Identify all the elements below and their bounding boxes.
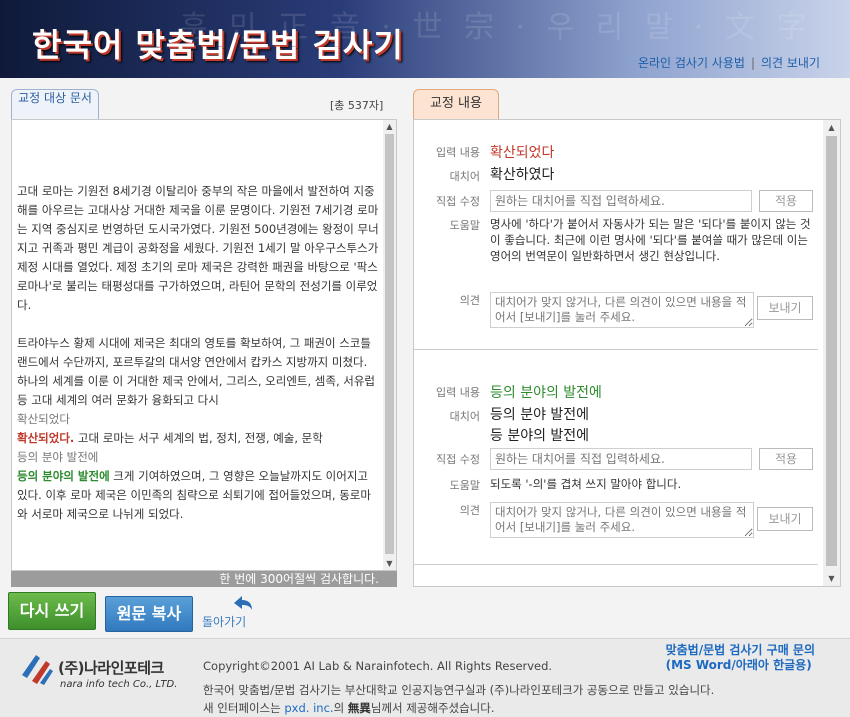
usage-guide-link[interactable]: 온라인 검사기 사용법 [638,56,745,70]
scroll-thumb[interactable] [826,136,837,566]
opinion-label: 의견 [459,294,480,307]
direct-edit-input[interactable] [490,448,752,470]
copyright: Copyright©2001 AI Lab & Narainfotech. Al… [203,659,553,673]
replacement-option[interactable]: 등 분야의 발전에 [490,426,589,447]
replacement-preview-2: 등의 분야 발전에 [17,450,99,464]
char-count: [총 537자] [330,99,384,112]
back-label: 돌아가기 [202,615,247,629]
tab-corrections[interactable]: 교정 내용 [413,89,499,119]
back-arrow-icon [234,596,252,610]
scroll-up-arrow-icon[interactable]: ▲ [383,120,396,133]
company-logo[interactable]: (주)나라인포테크 nara info tech Co., LTD. [18,649,178,697]
scroll-down-arrow-icon[interactable]: ▼ [823,571,840,586]
document-text: 고대 로마는 기원전 8세기경 이탈리아 중부의 작은 마을에서 발전하여 지중… [17,182,379,524]
input-value: 확산되었다 [490,145,555,161]
apply-button[interactable]: 적용 [759,190,813,212]
document-text-area[interactable]: 고대 로마는 기원전 8세기경 이탈리아 중부의 작은 마을에서 발전하여 지중… [11,119,397,571]
opinion-label: 의견 [459,504,480,517]
input-label: 입력 내용 [436,146,480,159]
send-button[interactable]: 보내기 [757,507,813,531]
replacement-label: 대치어 [449,170,480,183]
narainfotech-logo-icon [22,655,53,685]
help-label: 도움말 [449,479,480,492]
paragraph-2: 트라야누스 황제 시대에 제국은 최대의 영토를 확보하여, 그 패권이 스코틀… [17,336,375,521]
direct-edit-label: 직접 수정 [436,453,480,466]
corrections-scrollbar[interactable]: ▲ ▼ [823,120,840,586]
rewrite-button[interactable]: 다시 쓰기 [8,592,96,630]
direct-edit-input[interactable] [490,190,752,212]
scroll-thumb[interactable] [385,134,394,554]
back-button[interactable]: 돌아가기 [202,594,262,630]
replacement-preview-1: 확산되었다 [17,412,70,426]
help-text: 명사에 '하다'가 붙어서 자동사가 되는 말은 '되다'를 붙이지 않는 것이… [490,217,811,263]
send-feedback-link[interactable]: 의견 보내기 [761,56,820,70]
footer-description: 한국어 맞춤법/문법 검사기는 부산대학교 인공지능연구실과 (주)나라인포테크… [203,683,715,697]
tab-target-document[interactable]: 교정 대상 문서 [11,89,99,119]
apply-button[interactable]: 적용 [759,448,813,470]
replacement-option[interactable]: 확산하였다 [490,165,554,186]
copy-original-button[interactable]: 원문 복사 [105,596,193,632]
opinion-textarea[interactable] [490,292,754,328]
replacement-option[interactable]: 등의 분야 발전에 [490,405,589,426]
logo-english-text: nara info tech Co., LTD. [60,679,178,690]
header-banner: 훈 민 正 音 · 世 宗 · 우 리 말 · 文 字 한국어 맞춤법/문법 검… [0,0,850,78]
pxd-link[interactable]: pxd. inc. [284,701,333,715]
paragraph-1: 고대 로마는 기원전 8세기경 이탈리아 중부의 작은 마을에서 발전하여 지중… [17,184,379,312]
opinion-textarea[interactable] [490,502,754,538]
input-label: 입력 내용 [436,386,480,399]
logo-korean-text: (주)나라인포테크 [58,659,164,677]
item-divider [414,564,818,565]
link-separator: | [750,56,755,70]
help-text: 되도록 '-의'를 겹쳐 쓰지 말아야 합니다. [490,477,682,491]
send-button[interactable]: 보내기 [757,296,813,320]
direct-edit-label: 직접 수정 [436,195,480,208]
correction-item-2: 입력 내용 등의 분야의 발전에 대치어 등의 분야 발전에 등 분야의 발전에… [414,350,818,565]
word-limit-note: 한 번에 300어절씩 검사합니다. [11,571,397,587]
scroll-up-arrow-icon[interactable]: ▲ [823,120,840,135]
document-scrollbar[interactable]: ▲ ▼ [383,120,396,570]
interface-credit: 새 인터페이스는 pxd. inc.의 無異님께서 제공해주셨습니다. [203,701,495,715]
correction-item-1: 입력 내용 확산되었다 대치어 확산하였다 직접 수정 적용 도움말 명사에 '… [414,120,818,350]
purchase-inquiry-link[interactable]: 맞춤법/문법 검사기 구매 문의 (MS Word/아래아 한글용) [666,643,815,673]
header-links: 온라인 검사기 사용법 | 의견 보내기 [638,54,820,71]
help-label: 도움말 [449,219,480,232]
error-highlight-2[interactable]: 등의 분야의 발전에 [17,469,110,483]
input-value: 등의 분야의 발전에 [490,385,602,401]
scroll-down-arrow-icon[interactable]: ▼ [383,557,396,570]
page-title: 한국어 맞춤법/문법 검사기 [32,26,404,64]
error-highlight-1[interactable]: 확산되었다. [17,431,74,445]
footer: (주)나라인포테크 nara info tech Co., LTD. Copyr… [0,638,850,717]
corrections-panel: 입력 내용 확산되었다 대치어 확산하였다 직접 수정 적용 도움말 명사에 '… [413,119,841,587]
replacement-label: 대치어 [449,410,480,423]
